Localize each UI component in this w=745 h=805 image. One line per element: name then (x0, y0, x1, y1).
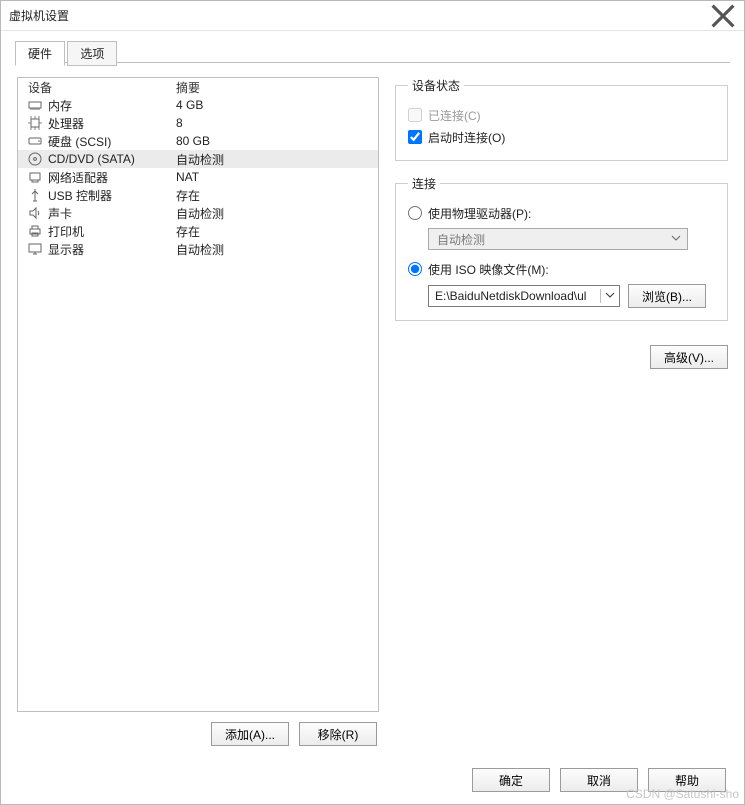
physical-drive-select: 自动检测 (428, 228, 688, 250)
connect-poweron-label: 启动时连接(O) (428, 129, 505, 146)
physical-drive-radio[interactable] (408, 206, 422, 220)
device-label: USB 控制器 (48, 187, 112, 204)
cancel-button[interactable]: 取消 (560, 768, 638, 792)
device-summary: 自动检测 (176, 151, 372, 168)
connection-group: 连接 使用物理驱动器(P): 自动检测 使用 ISO 映像文件(M): (395, 175, 728, 321)
network-icon (28, 170, 42, 184)
printer-icon (28, 224, 42, 238)
tab-options[interactable]: 选项 (67, 41, 117, 66)
physical-drive-row[interactable]: 使用物理驱动器(P): (408, 202, 715, 224)
device-summary: 存在 (176, 187, 372, 204)
physical-drive-label: 使用物理驱动器(P): (428, 205, 531, 222)
add-button[interactable]: 添加(A)... (211, 722, 289, 746)
connected-label: 已连接(C) (428, 107, 481, 124)
device-label: 打印机 (48, 223, 84, 240)
connected-checkbox (408, 108, 422, 122)
iso-path-value: E:\BaiduNetdiskDownload\ul (435, 289, 586, 303)
cd-icon (28, 152, 42, 166)
list-item[interactable]: 打印机 存在 (18, 222, 378, 240)
col-summary: 摘要 (176, 79, 372, 96)
titlebar: 虚拟机设置 (1, 1, 744, 31)
left-buttons: 添加(A)... 移除(R) (17, 712, 379, 756)
window-title: 虚拟机设置 (9, 7, 69, 24)
chevron-down-icon[interactable] (600, 289, 615, 303)
iso-file-label: 使用 ISO 映像文件(M): (428, 261, 549, 278)
device-label: 内存 (48, 97, 72, 114)
list-item[interactable]: 处理器 8 (18, 114, 378, 132)
usb-icon (28, 188, 42, 202)
iso-file-row[interactable]: 使用 ISO 映像文件(M): (408, 258, 715, 280)
iso-row: E:\BaiduNetdiskDownload\ul 浏览(B)... (428, 284, 715, 308)
close-icon[interactable] (710, 6, 736, 26)
device-list[interactable]: 设备 摘要 内存 4 GB (17, 77, 379, 712)
group-title: 设备状态 (408, 77, 464, 94)
iso-file-radio[interactable] (408, 262, 422, 276)
device-summary: 4 GB (176, 98, 372, 112)
vm-settings-window: 虚拟机设置 硬件 选项 设备 摘要 内存 (0, 0, 745, 805)
chevron-down-icon (671, 232, 681, 246)
left-column: 设备 摘要 内存 4 GB (17, 77, 379, 756)
device-summary: 8 (176, 116, 372, 130)
device-label: CD/DVD (SATA) (48, 152, 135, 166)
col-device: 设备 (24, 79, 176, 96)
cpu-icon (28, 116, 42, 130)
ok-button[interactable]: 确定 (472, 768, 550, 792)
bottom-bar: 确定 取消 帮助 (1, 756, 744, 804)
device-summary: 自动检测 (176, 205, 372, 222)
list-item[interactable]: 网络适配器 NAT (18, 168, 378, 186)
right-column: 设备状态 已连接(C) 启动时连接(O) 连接 使用物理驱动器(P): 自动检测 (395, 77, 728, 756)
content: 设备 摘要 内存 4 GB (1, 63, 744, 756)
help-button[interactable]: 帮助 (648, 768, 726, 792)
device-label: 硬盘 (SCSI) (48, 133, 111, 150)
connect-at-poweron-row[interactable]: 启动时连接(O) (408, 126, 715, 148)
device-summary: NAT (176, 170, 372, 184)
list-item[interactable]: 内存 4 GB (18, 96, 378, 114)
physical-drive-value: 自动检测 (437, 231, 485, 248)
advanced-button[interactable]: 高级(V)... (650, 345, 728, 369)
device-label: 处理器 (48, 115, 84, 132)
disk-icon (28, 134, 42, 148)
connected-row: 已连接(C) (408, 104, 715, 126)
browse-button[interactable]: 浏览(B)... (628, 284, 706, 308)
device-summary: 存在 (176, 223, 372, 240)
memory-icon (28, 98, 42, 112)
list-item[interactable]: USB 控制器 存在 (18, 186, 378, 204)
list-item[interactable]: 显示器 自动检测 (18, 240, 378, 258)
advanced-row: 高级(V)... (395, 345, 728, 369)
device-summary: 自动检测 (176, 241, 372, 258)
connect-poweron-checkbox[interactable] (408, 130, 422, 144)
iso-path-combo[interactable]: E:\BaiduNetdiskDownload\ul (428, 285, 620, 307)
list-item[interactable]: 声卡 自动检测 (18, 204, 378, 222)
remove-button[interactable]: 移除(R) (299, 722, 377, 746)
list-header: 设备 摘要 (18, 78, 378, 96)
device-label: 显示器 (48, 241, 84, 258)
tab-hardware[interactable]: 硬件 (15, 41, 65, 66)
sound-icon (28, 206, 42, 220)
device-summary: 80 GB (176, 134, 372, 148)
display-icon (28, 242, 42, 256)
group-title: 连接 (408, 175, 440, 192)
device-status-group: 设备状态 已连接(C) 启动时连接(O) (395, 77, 728, 161)
device-label: 声卡 (48, 205, 72, 222)
list-item[interactable]: CD/DVD (SATA) 自动检测 (18, 150, 378, 168)
tabs: 硬件 选项 (1, 31, 744, 63)
list-item[interactable]: 硬盘 (SCSI) 80 GB (18, 132, 378, 150)
device-label: 网络适配器 (48, 169, 108, 186)
